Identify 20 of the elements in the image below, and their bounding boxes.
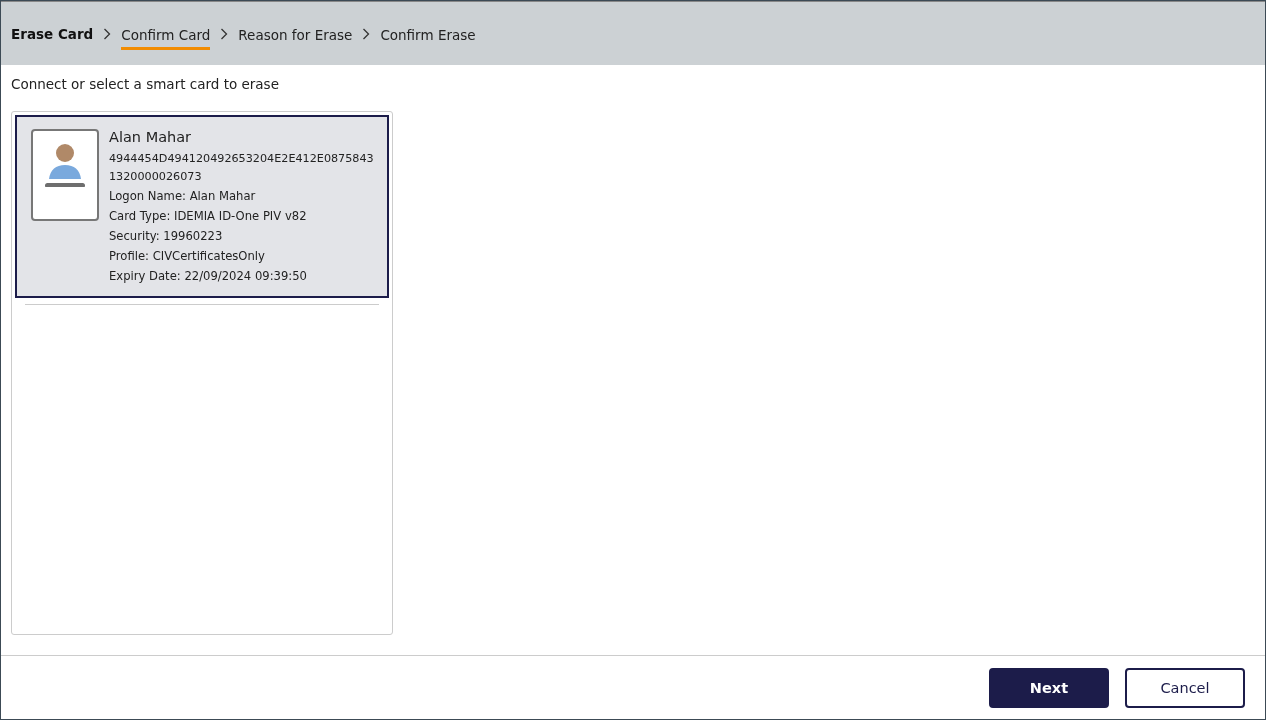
card-detail-text: Logon Name: Alan Mahar bbox=[109, 188, 257, 205]
card-id-text: 1320000026073 bbox=[109, 169, 203, 185]
breadcrumb-step[interactable]: Confirm Erase bbox=[380, 23, 476, 50]
cardholder-name: Alan Mahar bbox=[109, 129, 193, 145]
person-silhouette-icon bbox=[45, 141, 85, 187]
chevron-right-icon bbox=[220, 27, 229, 40]
breadcrumb-title: Erase Card bbox=[11, 25, 94, 42]
breadcrumb-step[interactable]: Reason for Erase bbox=[238, 23, 353, 50]
smart-card-item[interactable]: Alan Mahar 4944454D494120492653204E2E412E0875843 1320000026073 Logon Name: Alan Mahar Card Type: IDEMIA ID-One PIV v82 Security: 19960223 Profile: CIVCertificatesOnly Expiry Date: 22/09/2024 09:39:50 bbox=[15, 115, 389, 298]
card-id-text: 4944454D494120492653204E2E412E0875843 bbox=[109, 151, 374, 167]
next-button[interactable]: Next bbox=[989, 667, 1109, 708]
chevron-right-icon bbox=[362, 27, 371, 40]
card-detail-text: Profile: CIVCertificatesOnly bbox=[109, 248, 266, 265]
chevron-right-icon bbox=[103, 27, 112, 40]
card-detail-text: Expiry Date: 22/09/2024 09:39:50 bbox=[109, 268, 308, 285]
breadcrumb-step[interactable]: Confirm Card bbox=[121, 23, 211, 50]
instruction-text: Connect or select a smart card to erase bbox=[11, 76, 280, 92]
cancel-button[interactable]: Cancel bbox=[1125, 667, 1245, 708]
card-detail-text: Security: 19960223 bbox=[109, 228, 224, 245]
card-detail-text: Card Type: IDEMIA ID-One PIV v82 bbox=[109, 208, 308, 225]
